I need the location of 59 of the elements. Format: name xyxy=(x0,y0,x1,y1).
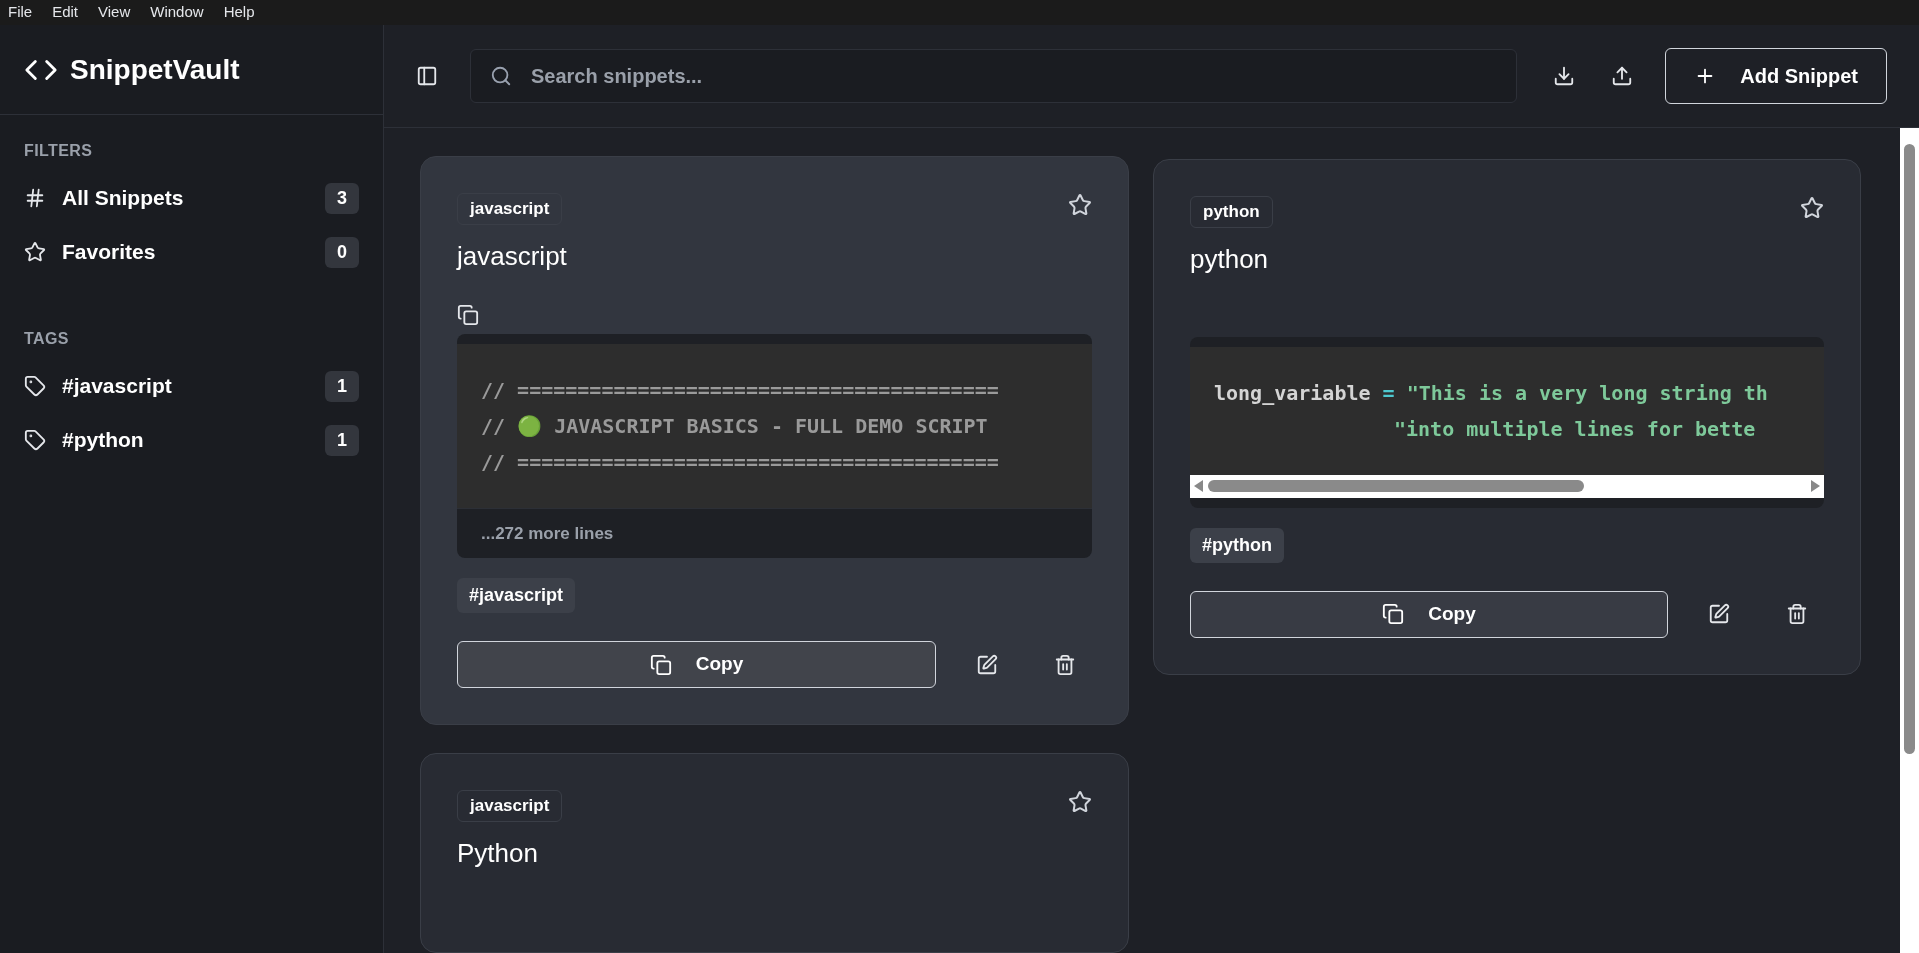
snippet-title: python xyxy=(1190,242,1270,276)
delete-icon[interactable] xyxy=(1786,603,1808,625)
code-line: // 🟢 JAVASCRIPT BASICS - FULL DEMO SCRIPT xyxy=(481,412,988,440)
count-badge: 0 xyxy=(325,236,359,268)
star-icon xyxy=(24,241,46,263)
search-field[interactable]: Search snippets... xyxy=(470,49,1518,103)
delete-icon[interactable] xyxy=(1054,653,1076,676)
copy-icon xyxy=(1382,603,1405,625)
scroll-left-icon[interactable] xyxy=(1194,480,1204,492)
language-label: python xyxy=(1190,196,1273,228)
tag-icon xyxy=(24,375,46,397)
scroll-right-icon[interactable] xyxy=(1810,480,1820,492)
upload-icon[interactable] xyxy=(1611,65,1634,87)
count-badge: 3 xyxy=(325,182,359,214)
vertical-scrollbar[interactable] xyxy=(1900,128,1919,953)
sidebar-item[interactable]: #python 1 xyxy=(24,413,359,467)
sidebar-item[interactable]: All Snippets 3 xyxy=(24,171,359,225)
language-label: javascript xyxy=(457,193,563,225)
count-badge: 1 xyxy=(325,424,359,456)
sidebar-toggle-icon[interactable] xyxy=(416,65,438,87)
section-heading: TAGS xyxy=(24,329,70,349)
copy-icon xyxy=(649,653,672,676)
horizontal-scrollbar[interactable] xyxy=(1190,474,1824,498)
menu-item[interactable]: Window xyxy=(150,1,204,24)
code-line: "into multiple lines for bette xyxy=(1393,415,1756,443)
more-lines-text: ...272 more lines xyxy=(457,507,1092,558)
code-line: // ======================================== xyxy=(481,376,999,404)
sidebar-item[interactable]: #javascript 1 xyxy=(24,359,359,413)
edit-icon[interactable] xyxy=(1708,603,1730,625)
snippet-card[interactable]: javascript Python xyxy=(420,753,1129,953)
favorite-star-icon[interactable] xyxy=(1068,790,1092,814)
snippet-card[interactable]: python python long_variable = "This is a very long string th "into multiple lines for bette #python Copy xyxy=(1153,159,1861,675)
edit-icon[interactable] xyxy=(976,653,998,676)
tag-icon xyxy=(24,429,46,451)
snippet-title: Python xyxy=(457,836,539,870)
count-badge: 1 xyxy=(325,370,359,402)
favorite-star-icon[interactable] xyxy=(1068,193,1092,217)
copy-button[interactable]: Copy xyxy=(457,641,936,688)
hash-icon xyxy=(24,187,46,209)
search-icon xyxy=(490,65,512,87)
copy-button[interactable]: Copy xyxy=(1190,590,1668,638)
add-snippet-button[interactable]: Add Snippet xyxy=(1665,48,1887,104)
tag-chip[interactable]: #javascript xyxy=(457,578,576,613)
favorite-star-icon[interactable] xyxy=(1800,196,1824,220)
language-label: javascript xyxy=(457,790,563,822)
code-line: long_variable = "This is a very long string th xyxy=(1214,379,1768,407)
sidebar-item[interactable]: Favorites 0 xyxy=(24,225,359,279)
app-name: SnippetVault xyxy=(70,52,240,87)
menu-item[interactable]: Help xyxy=(223,1,255,24)
menu-item[interactable]: View xyxy=(98,1,131,24)
download-icon[interactable] xyxy=(1553,65,1576,87)
snippet-title: javascript xyxy=(457,239,568,273)
tag-chip[interactable]: #python xyxy=(1190,527,1284,563)
menu-item[interactable]: Edit xyxy=(52,1,79,24)
menu-item[interactable]: File xyxy=(8,1,33,24)
snippet-card[interactable]: javascript javascript // ======================================== // 🟢 JAVASCRIPT BASICS - FULL DEMO SCRIPT // ======================================== ...272 more lines #javascript Copy xyxy=(420,156,1129,725)
code-line: // ======================================== xyxy=(481,448,999,476)
copy-icon[interactable] xyxy=(457,303,479,326)
section-heading: FILTERS xyxy=(24,141,94,161)
